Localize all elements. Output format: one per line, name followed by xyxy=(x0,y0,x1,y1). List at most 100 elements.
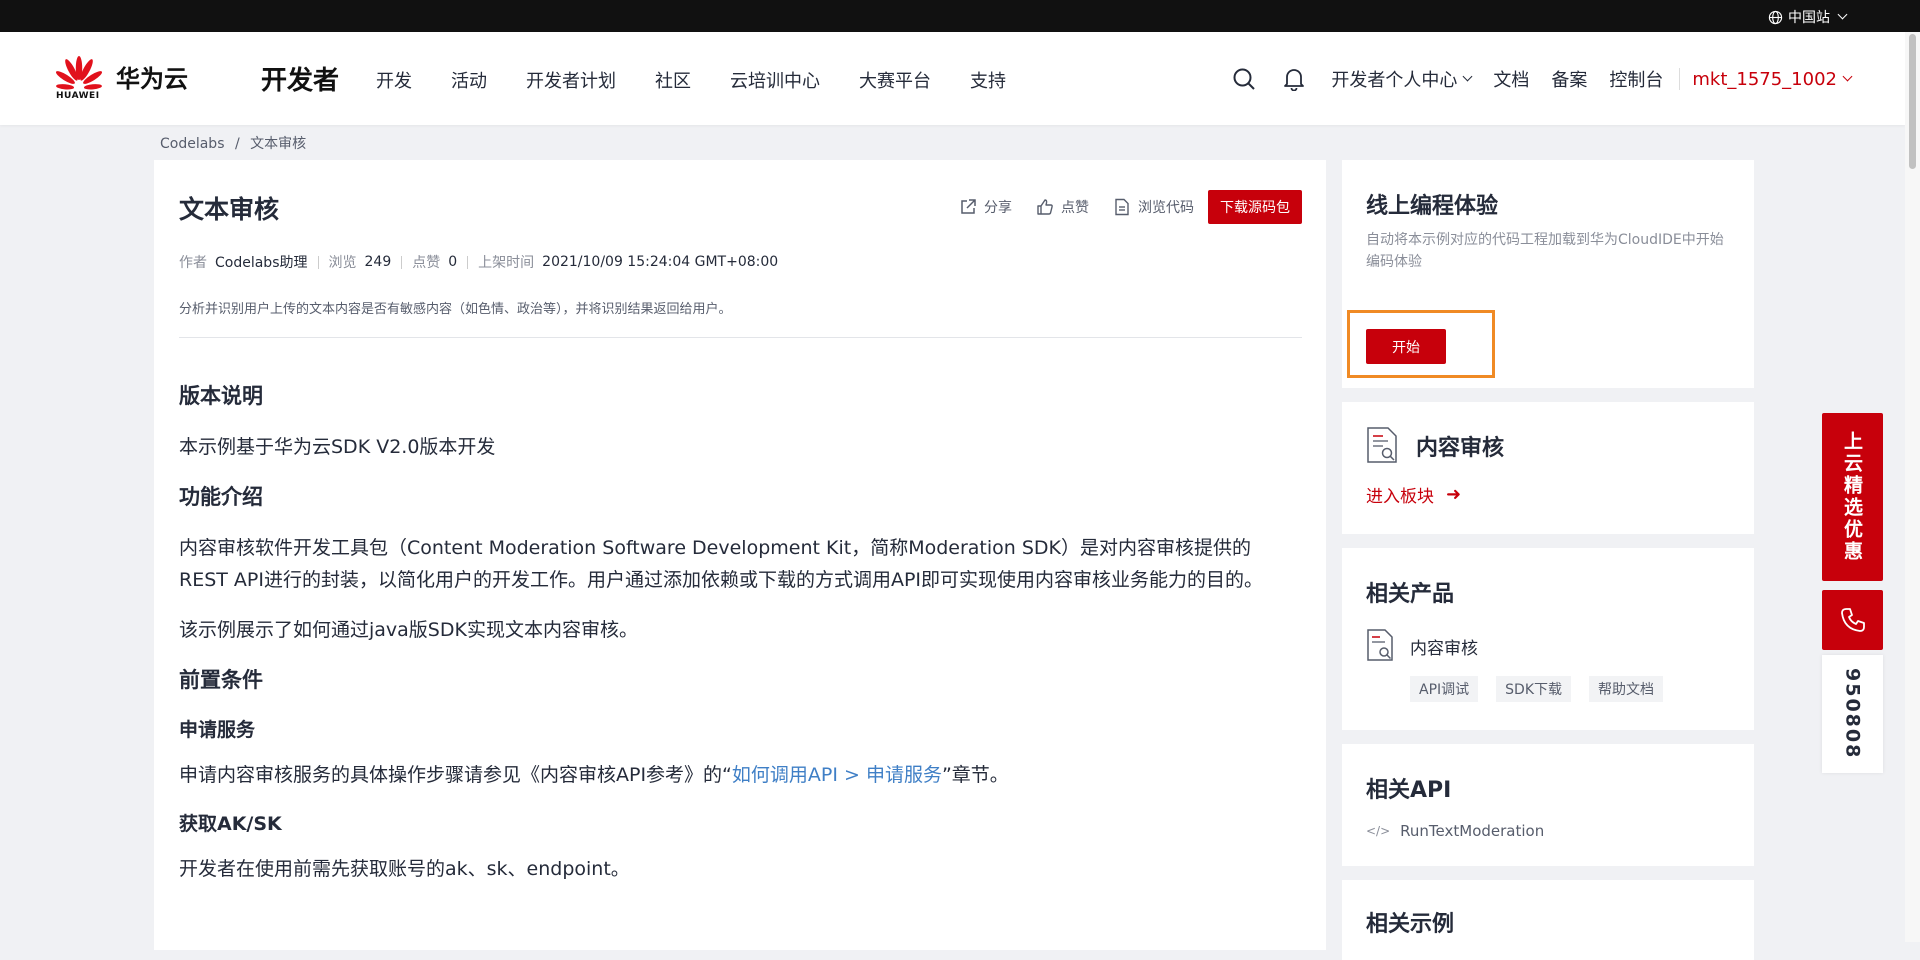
search-icon[interactable] xyxy=(1231,66,1257,92)
nav-item-support[interactable]: 支持 xyxy=(970,67,1006,93)
apply-text: 申请内容审核服务的具体操作步骤请参见《内容审核API参考》的“如何调用API >… xyxy=(179,759,1299,791)
filing-link[interactable]: 备案 xyxy=(1551,66,1587,92)
document-icon xyxy=(1115,198,1129,216)
hotline-panel: 950808 xyxy=(1822,655,1883,773)
personal-center-dropdown[interactable]: 开发者个人中心 xyxy=(1331,66,1473,92)
nav-item-contests[interactable]: 大赛平台 xyxy=(859,67,931,93)
region-selector[interactable]: 中国站 xyxy=(1768,7,1848,27)
username: mkt_1575_1002 xyxy=(1692,68,1837,90)
developer-title[interactable]: 开发者 xyxy=(261,60,339,97)
related-api-title: 相关API xyxy=(1366,778,1452,803)
enter-section-label: 进入板块 xyxy=(1366,487,1434,507)
huawei-cloud-logo[interactable]: HUAWEI 华为云 xyxy=(55,56,188,104)
region-label: 中国站 xyxy=(1788,10,1830,26)
start-button[interactable]: 开始 xyxy=(1366,329,1446,364)
bell-icon[interactable] xyxy=(1281,66,1307,92)
download-source-button[interactable]: 下载源码包 xyxy=(1208,190,1302,224)
breadcrumb: Codelabs / 文本审核 xyxy=(160,133,312,153)
docs-link[interactable]: 文档 xyxy=(1493,66,1529,92)
breadcrumb-separator: / xyxy=(234,136,240,152)
likes-value: 0 xyxy=(448,254,458,270)
article-body: 版本说明 本示例基于华为云SDK V2.0版本开发 功能介绍 内容审核软件开发工… xyxy=(179,380,1299,903)
hotline-number: 950808 xyxy=(1841,668,1864,760)
summary-divider xyxy=(179,337,1302,338)
related-samples-card: 相关示例 xyxy=(1342,880,1754,960)
service-card: 内容审核 进入板块 ➜ xyxy=(1342,402,1754,534)
scrollbar-thumb[interactable] xyxy=(1909,34,1916,169)
console-link[interactable]: 控制台 xyxy=(1609,66,1663,92)
apply-text-before: 申请内容审核服务的具体操作步骤请参见《内容审核API参考》的“ xyxy=(179,764,732,786)
nav-item-training[interactable]: 云培训中心 xyxy=(730,67,820,93)
product-tags: API调试 SDK下载 帮助文档 xyxy=(1410,676,1664,702)
meta-divider xyxy=(317,255,319,269)
header-right: 开发者个人中心 文档 备案 控制台 mkt_1575_1002 xyxy=(1231,64,1853,94)
browse-code-label: 浏览代码 xyxy=(1138,200,1194,216)
page-scrollbar[interactable] xyxy=(1905,32,1920,942)
article-card: 文本审核 分享 点赞 浏览代码 下载源码包 作者 Codelabs助理 浏览 2… xyxy=(154,160,1326,950)
enter-section-link[interactable]: 进入板块 ➜ xyxy=(1366,482,1461,507)
article-summary: 分析并识别用户上传的文本内容是否有敏感内容（如色情、政治等），并将识别结果返回给… xyxy=(179,302,732,317)
nav-item-events[interactable]: 活动 xyxy=(451,67,487,93)
site-header: HUAWEI 华为云 开发者 开发 活动 开发者计划 社区 云培训中心 大赛平台… xyxy=(0,32,1905,125)
logo-subtext: HUAWEI xyxy=(56,91,100,101)
browse-code-button[interactable]: 浏览代码 xyxy=(1113,197,1194,217)
tag-help-docs[interactable]: 帮助文档 xyxy=(1589,676,1664,702)
chevron-down-icon xyxy=(1842,71,1853,82)
document-search-icon xyxy=(1367,427,1397,463)
share-label: 分享 xyxy=(984,200,1012,216)
promo-banner[interactable]: 上云精选优惠 xyxy=(1822,413,1883,581)
like-label: 点赞 xyxy=(1061,200,1089,216)
online-coding-title: 线上编程体验 xyxy=(1366,194,1499,219)
top-strip: 中国站 xyxy=(0,0,1920,32)
aksk-text: 开发者在使用前需先获取账号的ak、sk、endpoint。 xyxy=(179,858,630,880)
author-label: 作者 xyxy=(179,255,207,271)
tag-api-debug[interactable]: API调试 xyxy=(1410,676,1479,702)
version-text: 本示例基于华为云SDK V2.0版本开发 xyxy=(179,436,496,458)
phone-button[interactable] xyxy=(1822,590,1883,650)
nav-item-developer-program[interactable]: 开发者计划 xyxy=(526,67,616,93)
like-button[interactable]: 点赞 xyxy=(1036,197,1089,217)
aksk-heading: 获取AK/SK xyxy=(179,813,282,835)
huawei-petal-icon: HUAWEI xyxy=(55,56,103,104)
service-title: 内容审核 xyxy=(1416,436,1505,461)
logo-text: 华为云 xyxy=(116,64,188,93)
api-item[interactable]: </> RunTextModeration xyxy=(1366,822,1544,840)
date-label: 上架时间 xyxy=(478,255,535,271)
meta-divider xyxy=(467,255,469,269)
share-icon xyxy=(961,199,976,214)
page-title: 文本审核 xyxy=(179,195,280,224)
product-name[interactable]: 内容审核 xyxy=(1410,634,1478,659)
apply-service-link[interactable]: 如何调用API > 申请服务 xyxy=(732,764,942,786)
nav-item-develop[interactable]: 开发 xyxy=(376,67,412,93)
feature-text-2: 该示例展示了如何通过java版SDK实现文本内容审核。 xyxy=(179,619,638,641)
feature-text-1: 内容审核软件开发工具包（Content Moderation Software … xyxy=(179,537,1264,591)
apply-text-after: ”章节。 xyxy=(941,764,1009,786)
online-coding-card: 线上编程体验 自动将本示例对应的代码工程加载到华为CloudIDE中开始编码体验… xyxy=(1342,160,1754,388)
personal-center-label: 开发者个人中心 xyxy=(1331,70,1458,91)
online-coding-desc: 自动将本示例对应的代码工程加载到华为CloudIDE中开始编码体验 xyxy=(1366,232,1724,270)
user-menu[interactable]: mkt_1575_1002 xyxy=(1692,68,1853,90)
tag-sdk-download[interactable]: SDK下载 xyxy=(1496,676,1572,702)
likes-label: 点赞 xyxy=(412,255,441,271)
article-actions: 分享 点赞 浏览代码 下载源码包 xyxy=(935,190,1302,224)
nav-item-community[interactable]: 社区 xyxy=(655,67,691,93)
views-label: 浏览 xyxy=(328,255,357,271)
arrow-right-icon: ➜ xyxy=(1446,484,1462,505)
date-value: 2021/10/09 15:24:04 GMT+08:00 xyxy=(542,254,779,270)
code-icon: </> xyxy=(1366,824,1391,838)
header-divider xyxy=(1679,68,1681,90)
thumbs-up-icon xyxy=(1037,199,1053,215)
apply-heading: 申请服务 xyxy=(179,719,256,741)
related-products-card: 相关产品 内容审核 API调试 SDK下载 帮助文档 xyxy=(1342,548,1754,730)
prereq-heading: 前置条件 xyxy=(179,668,263,692)
share-button[interactable]: 分享 xyxy=(959,197,1012,217)
version-heading: 版本说明 xyxy=(179,384,263,408)
chevron-down-icon xyxy=(1837,9,1848,20)
related-api-card: 相关API </> RunTextModeration xyxy=(1342,744,1754,866)
api-item-label: RunTextModeration xyxy=(1400,822,1545,840)
related-samples-title: 相关示例 xyxy=(1366,912,1455,937)
document-search-icon xyxy=(1367,629,1393,661)
breadcrumb-root[interactable]: Codelabs xyxy=(160,136,225,152)
meta-divider xyxy=(401,255,403,269)
author-value: Codelabs助理 xyxy=(215,255,308,271)
